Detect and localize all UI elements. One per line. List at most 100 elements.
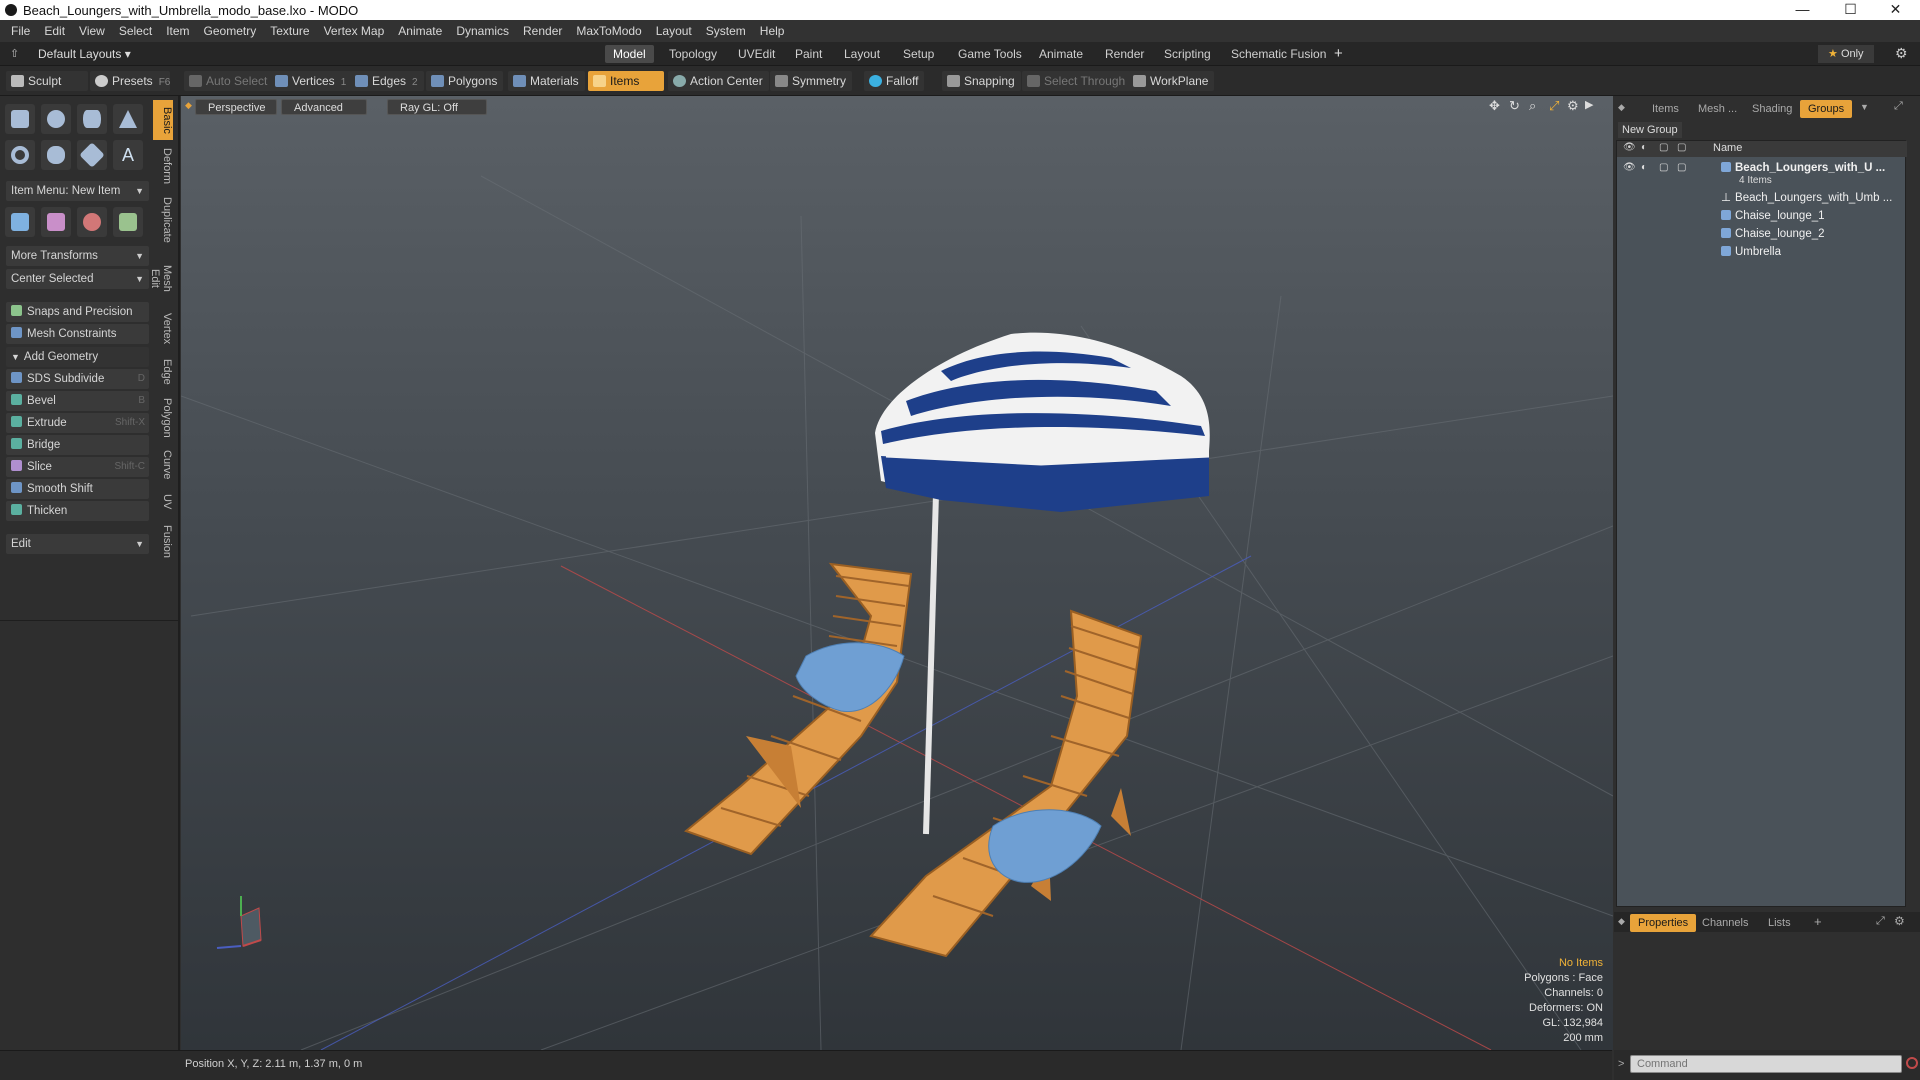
properties-gear-icon[interactable]: ⚙ — [1894, 914, 1905, 928]
menu-select[interactable]: Select — [112, 24, 159, 38]
tab-paint[interactable]: Paint — [787, 45, 830, 63]
tab-scripting[interactable]: Scripting — [1156, 45, 1219, 63]
more-transforms-dropdown[interactable]: More Transforms ▼ — [6, 246, 149, 266]
3d-viewport[interactable]: ◆ Perspective Advanced Ray GL: Off ✥ ↻ ⌕… — [181, 96, 1613, 1050]
tree-row-chaise-1[interactable]: Chaise_lounge_1 — [1617, 207, 1907, 225]
tab-uvedit[interactable]: UVEdit — [730, 45, 783, 63]
tab-groups[interactable]: Groups — [1800, 100, 1853, 118]
menu-texture[interactable]: Texture — [263, 24, 316, 38]
vtab-uv[interactable]: UV — [153, 488, 173, 516]
tab-setup[interactable]: Setup — [895, 45, 942, 63]
menu-vertex-map[interactable]: Vertex Map — [317, 24, 392, 38]
rotate-tool-icon[interactable] — [41, 207, 71, 237]
menu-geometry[interactable]: Geometry — [197, 24, 264, 38]
polygons-button[interactable]: Polygons — [426, 71, 504, 91]
symmetry-button[interactable]: Symmetry — [770, 71, 852, 91]
tab-mesh[interactable]: Mesh ... — [1690, 100, 1745, 118]
vtab-curve[interactable]: Curve — [153, 446, 173, 484]
edges-button[interactable]: Edges 2 — [350, 71, 424, 91]
text-primitive-icon[interactable]: A — [113, 140, 143, 170]
vtab-deform[interactable]: Deform — [153, 144, 173, 188]
menu-maxtomodo[interactable]: MaxToModo — [569, 24, 648, 38]
vtab-basic[interactable]: Basic — [153, 100, 173, 140]
menu-dynamics[interactable]: Dynamics — [449, 24, 516, 38]
command-input[interactable] — [1630, 1055, 1902, 1073]
vtab-vertex[interactable]: Vertex — [153, 308, 173, 350]
auto-select-button[interactable]: Auto Select — [184, 71, 274, 91]
cube-primitive-icon[interactable] — [5, 104, 35, 134]
action-center-button[interactable]: Action Center — [668, 71, 769, 91]
workplane-button[interactable]: WorkPlane — [1128, 71, 1215, 91]
render-column-icon[interactable]: ◐ — [1641, 142, 1647, 153]
panel-expand-icon[interactable]: ⤢ — [1894, 100, 1903, 113]
tab-properties[interactable]: Properties — [1630, 914, 1697, 932]
snapping-button[interactable]: Snapping — [942, 71, 1021, 91]
tab-model[interactable]: Model — [605, 45, 654, 63]
tabs-dropdown-icon[interactable]: ▼ — [1860, 102, 1869, 112]
menu-file[interactable]: File — [4, 24, 37, 38]
settings-gear-icon[interactable]: ⚙ — [1895, 45, 1908, 62]
sphere-primitive-icon[interactable] — [41, 104, 71, 134]
vertices-button[interactable]: Vertices 1 — [270, 71, 353, 91]
pen-primitive-icon[interactable] — [77, 140, 107, 170]
tab-lists[interactable]: Lists — [1760, 914, 1799, 932]
tab-animate[interactable]: Animate — [1031, 45, 1091, 63]
thicken-button[interactable]: Thicken — [6, 501, 149, 521]
properties-expand-icon[interactable]: ⤢ — [1876, 915, 1885, 928]
materials-button[interactable]: Materials — [508, 71, 585, 91]
scale-tool-icon[interactable] — [77, 207, 107, 237]
tab-layout[interactable]: Layout — [836, 45, 888, 63]
add-tab-icon[interactable]: + — [1334, 45, 1343, 62]
vtab-mesh-edit[interactable]: Mesh Edit — [149, 252, 173, 304]
menu-animate[interactable]: Animate — [391, 24, 449, 38]
bridge-button[interactable]: Bridge — [6, 435, 149, 455]
items-button[interactable]: Items — [588, 71, 664, 91]
menu-system[interactable]: System — [699, 24, 753, 38]
visibility-column-icon[interactable]: 👁 — [1623, 142, 1636, 153]
tree-row-chaise-2[interactable]: Chaise_lounge_2 — [1617, 225, 1907, 243]
capsule-primitive-icon[interactable] — [41, 140, 71, 170]
menu-edit[interactable]: Edit — [37, 24, 72, 38]
tree-row-umbrella[interactable]: Umbrella — [1617, 243, 1907, 261]
layout-select[interactable]: Default Layouts ▾ — [38, 47, 131, 61]
panel-menu-icon[interactable]: ◆ — [1618, 102, 1625, 113]
cylinder-primitive-icon[interactable] — [77, 104, 107, 134]
menu-item[interactable]: Item — [159, 24, 196, 38]
item-menu-dropdown[interactable]: Item Menu: New Item ▼ — [6, 181, 149, 201]
presets-button[interactable]: Presets F6 — [90, 71, 170, 91]
menu-render[interactable]: Render — [516, 24, 569, 38]
only-button[interactable]: ★ Only — [1818, 45, 1874, 63]
add-geometry-header[interactable]: ▼ Add Geometry — [6, 347, 149, 367]
falloff-button[interactable]: Falloff — [864, 71, 925, 91]
menu-help[interactable]: Help — [753, 24, 792, 38]
slice-button[interactable]: Slice Shift-C — [6, 457, 149, 477]
record-icon[interactable] — [1906, 1057, 1918, 1069]
add-tab-icon[interactable]: + — [1814, 914, 1822, 929]
layout-up-icon[interactable]: ⇧ — [10, 47, 19, 60]
maximize-icon[interactable]: ☐ — [1828, 0, 1873, 20]
center-selected-dropdown[interactable]: Center Selected ▼ — [6, 269, 149, 289]
select-through-button[interactable]: Select Through — [1022, 71, 1132, 91]
select-column-icon[interactable]: ▢ — [1677, 142, 1686, 153]
properties-menu-icon[interactable]: ◆ — [1618, 916, 1625, 927]
tab-schematic-fusion[interactable]: Schematic Fusion — [1223, 45, 1334, 63]
snaps-precision-button[interactable]: Snaps and Precision — [6, 302, 149, 322]
move-tool-icon[interactable] — [5, 207, 35, 237]
extrude-button[interactable]: Extrude Shift-X — [6, 413, 149, 433]
tab-channels[interactable]: Channels — [1694, 914, 1756, 932]
vtab-polygon[interactable]: Polygon — [153, 394, 173, 442]
menu-view[interactable]: View — [72, 24, 112, 38]
tab-render[interactable]: Render — [1097, 45, 1152, 63]
vtab-duplicate[interactable]: Duplicate — [153, 192, 173, 248]
vtab-edge[interactable]: Edge — [153, 354, 173, 390]
lock-column-icon[interactable]: ▢ — [1659, 142, 1668, 153]
tab-game-tools[interactable]: Game Tools — [950, 45, 1030, 63]
new-group-button[interactable]: New Group — [1618, 122, 1682, 138]
smooth-shift-button[interactable]: Smooth Shift — [6, 479, 149, 499]
tree-row-locator[interactable]: ⊥ Beach_Loungers_with_Umb ... — [1617, 189, 1907, 207]
minimize-icon[interactable]: — — [1780, 0, 1825, 20]
sculpt-button[interactable]: Sculpt — [6, 71, 88, 91]
torus-primitive-icon[interactable] — [5, 140, 35, 170]
tab-items[interactable]: Items — [1644, 100, 1687, 118]
vtab-fusion[interactable]: Fusion — [153, 520, 173, 564]
